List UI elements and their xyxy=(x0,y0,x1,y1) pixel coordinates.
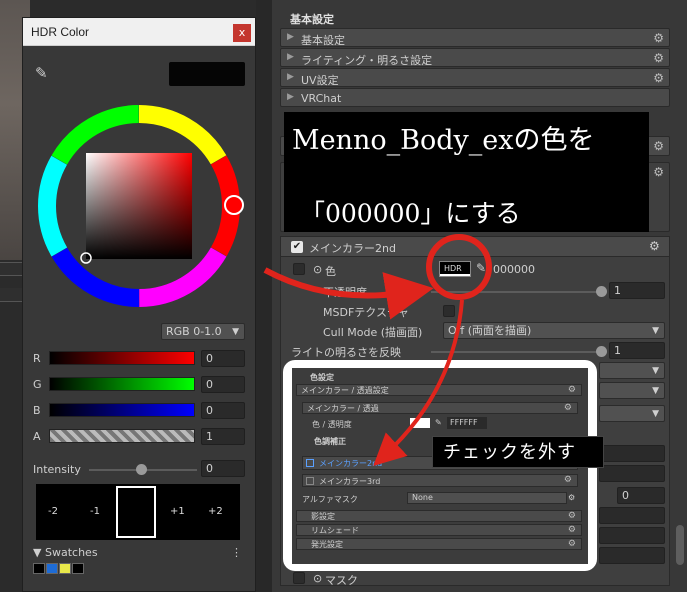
arrow-to-swatch xyxy=(263,267,434,320)
highlight-circle xyxy=(426,234,492,300)
annotation-overlay xyxy=(263,234,492,466)
arrow-to-checkbox xyxy=(373,299,464,466)
